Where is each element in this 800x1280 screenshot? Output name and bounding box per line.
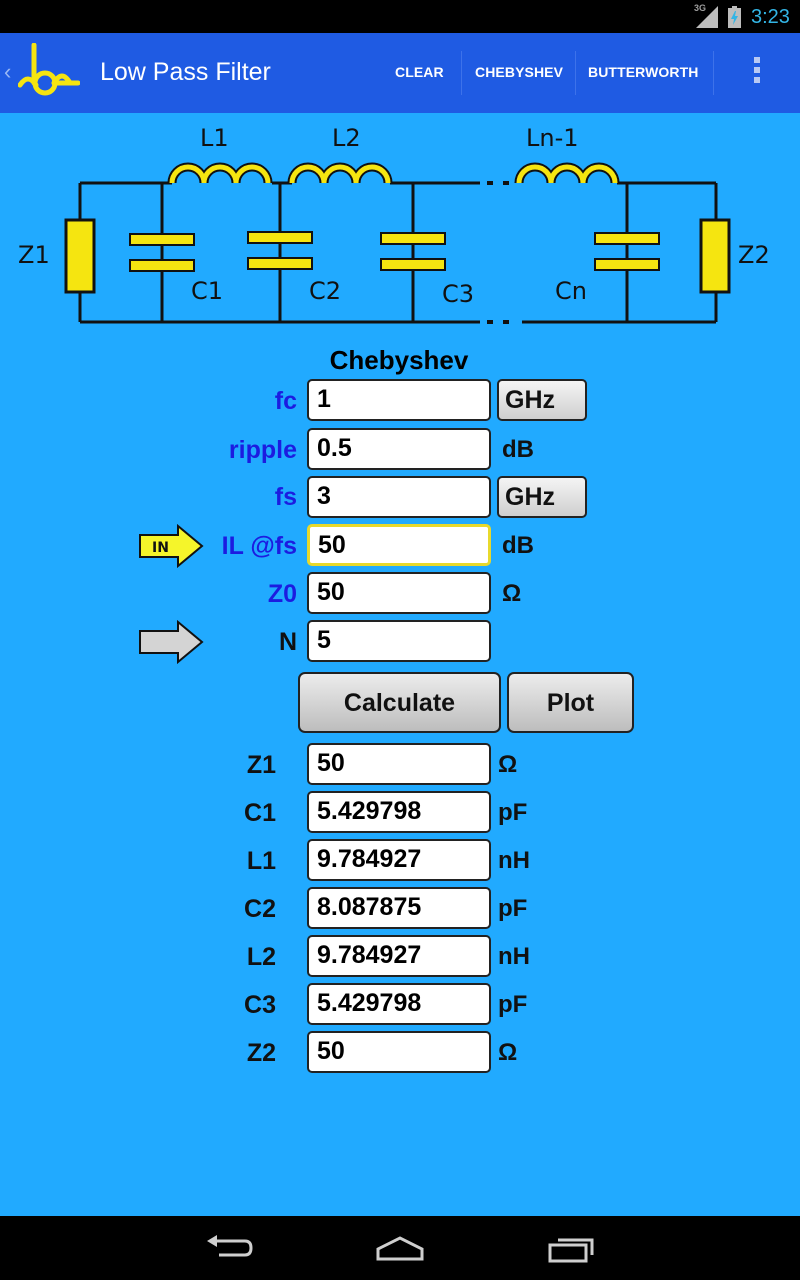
- result-field-c2[interactable]: 8.087875: [307, 887, 491, 929]
- fs-unit-select[interactable]: GHz: [497, 476, 587, 518]
- schematic-label-l1: L1: [200, 124, 229, 152]
- input-arrow-text: IN: [152, 540, 169, 556]
- schematic-label-c2: C2: [309, 277, 341, 305]
- result-unit-l1: nH: [498, 847, 530, 874]
- result-field-c3[interactable]: 5.429798: [307, 983, 491, 1025]
- fs-label: fs: [274, 483, 297, 511]
- result-unit-c2: pF: [498, 895, 528, 922]
- status-bar: 3G 3:23: [0, 0, 800, 33]
- n-input[interactable]: 5: [307, 620, 491, 662]
- clock: 3:23: [751, 6, 790, 28]
- n-label: N: [278, 628, 297, 656]
- fc-unit-select[interactable]: GHz: [497, 379, 587, 421]
- result-unit-l2: nH: [498, 943, 530, 970]
- result-label-z1: Z1: [246, 751, 276, 779]
- action-divider: [713, 51, 714, 95]
- result-label-c3: C3: [244, 991, 276, 1019]
- z0-input[interactable]: 50: [307, 572, 491, 614]
- filter-type-heading: Chebyshev: [329, 345, 469, 375]
- up-caret-icon[interactable]: ‹: [4, 59, 11, 85]
- recent-apps-icon[interactable]: [548, 1235, 596, 1263]
- back-icon[interactable]: [205, 1235, 253, 1261]
- action-divider: [575, 51, 576, 95]
- overflow-menu-icon[interactable]: [752, 57, 762, 89]
- result-label-z2: Z2: [246, 1039, 276, 1067]
- plot-button[interactable]: Plot: [507, 672, 634, 733]
- ripple-input[interactable]: 0.5: [307, 428, 491, 470]
- il-input[interactable]: 50: [307, 524, 491, 566]
- result-field-c1[interactable]: 5.429798: [307, 791, 491, 833]
- result-field-z1[interactable]: 50: [307, 743, 491, 785]
- n-arrow-icon[interactable]: [138, 620, 204, 664]
- schematic-label-c3: C3: [442, 280, 474, 308]
- calculate-button[interactable]: Calculate: [298, 672, 501, 733]
- schematic-label-cn: Cn: [555, 277, 587, 305]
- z0-label: Z0: [267, 580, 297, 608]
- result-unit-z2: Ω: [498, 1039, 518, 1066]
- il-label: IL @fs: [221, 532, 297, 560]
- result-label-l1: L1: [246, 847, 276, 875]
- schematic-label-z2: Z2: [738, 241, 770, 269]
- ripple-unit: dB: [502, 436, 534, 463]
- result-label-l2: L2: [246, 943, 276, 971]
- z0-unit: Ω: [502, 580, 522, 607]
- fc-label: fc: [274, 387, 297, 415]
- fc-input[interactable]: 1: [307, 379, 491, 421]
- schematic-label-ln: Ln-1: [526, 124, 579, 152]
- schematic-label-l2: L2: [332, 124, 361, 152]
- butterworth-button[interactable]: BUTTERWORTH: [588, 64, 699, 80]
- result-field-z2[interactable]: 50: [307, 1031, 491, 1073]
- app-title: Low Pass Filter: [100, 58, 271, 86]
- action-bar: ‹ Low Pass Filter CLEAR CHEBYSHEV BUTTER…: [0, 33, 800, 113]
- battery-icon: [728, 6, 741, 28]
- il-unit: dB: [502, 532, 534, 559]
- action-divider: [461, 51, 462, 95]
- result-label-c1: C1: [244, 799, 276, 827]
- input-arrow-icon[interactable]: IN: [138, 524, 204, 568]
- result-unit-z1: Ω: [498, 751, 518, 778]
- chebyshev-button[interactable]: CHEBYSHEV: [475, 64, 563, 80]
- signal-icon: [696, 6, 718, 28]
- result-unit-c3: pF: [498, 991, 528, 1018]
- navigation-bar: [0, 1216, 800, 1280]
- ripple-label: ripple: [228, 436, 297, 464]
- home-icon[interactable]: [374, 1235, 426, 1261]
- schematic-label-c1: C1: [191, 277, 223, 305]
- filter-schematic: L1 L2 Ln-1 Z1 Z2 C1 C2 C3 Cn: [18, 124, 770, 324]
- result-label-c2: C2: [244, 895, 276, 923]
- fs-input[interactable]: 3: [307, 476, 491, 518]
- result-unit-c1: pF: [498, 799, 528, 826]
- app-logo-icon[interactable]: [18, 43, 80, 101]
- schematic-label-z1: Z1: [18, 241, 50, 269]
- result-field-l1[interactable]: 9.784927: [307, 839, 491, 881]
- clear-button[interactable]: CLEAR: [395, 64, 444, 80]
- result-field-l2[interactable]: 9.784927: [307, 935, 491, 977]
